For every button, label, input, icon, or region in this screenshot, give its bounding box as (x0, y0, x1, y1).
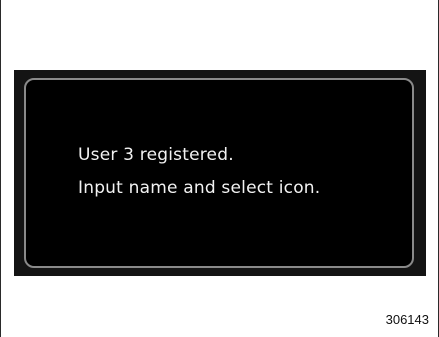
registration-message: User 3 registered. Input name and select… (78, 139, 320, 205)
figure-number: 306143 (385, 312, 429, 327)
left-border (0, 0, 1, 337)
message-line-registered: User 3 registered. (78, 145, 234, 165)
message-line-instruction: Input name and select icon. (78, 178, 321, 198)
